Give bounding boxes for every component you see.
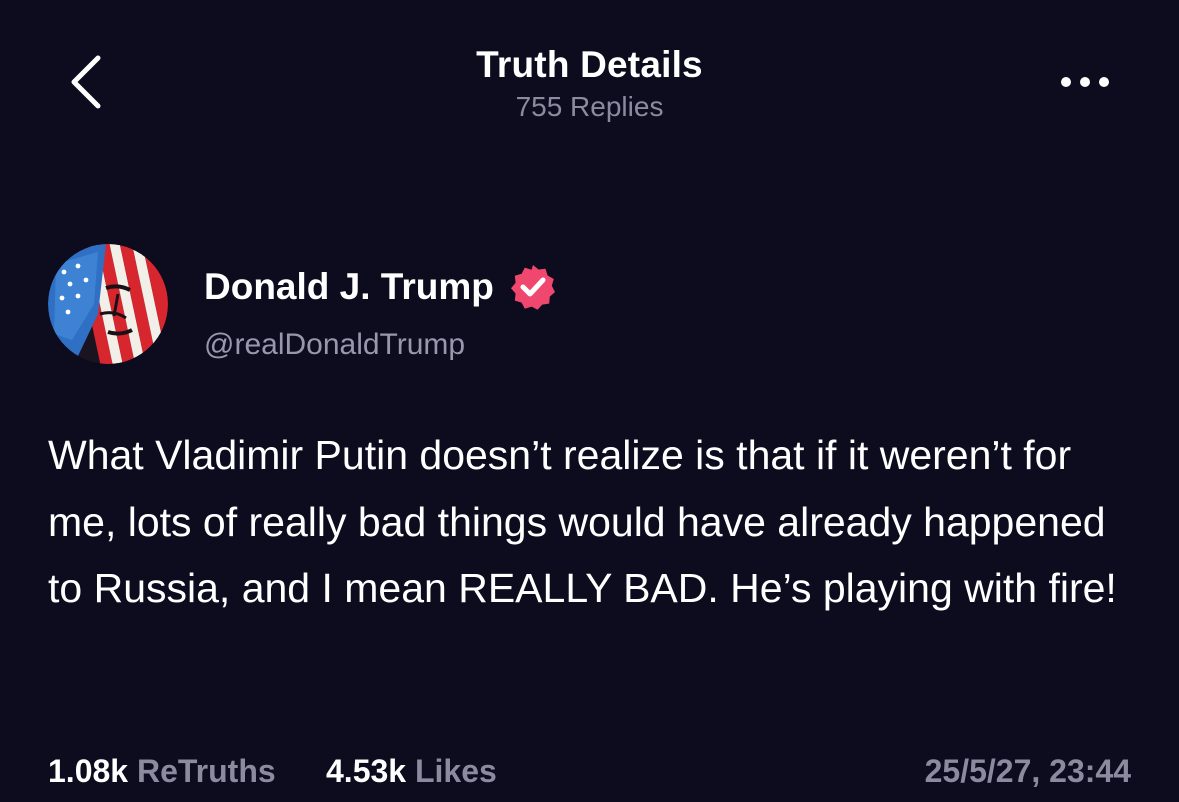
post-stats: 1.08k ReTruths 4.53k Likes 25/5/27, 23:4… — [48, 748, 1131, 796]
more-options-button[interactable] — [1050, 60, 1120, 104]
retruths-stat[interactable]: 1.08k ReTruths — [48, 748, 276, 794]
avatar-image — [48, 244, 168, 364]
truth-details-screen: Truth Details 755 Replies Donald J. Trum… — [0, 0, 1179, 802]
likes-label: Likes — [414, 753, 497, 789]
post-timestamp: 25/5/27, 23:44 — [924, 753, 1131, 789]
author-handle[interactable]: @realDonaldTrump — [204, 326, 465, 364]
author-display-name[interactable]: Donald J. Trump — [204, 264, 494, 310]
page-title: Truth Details — [476, 44, 703, 85]
author-name-row: Donald J. Trump — [204, 262, 558, 312]
more-horizontal-icon — [1080, 77, 1090, 87]
avatar[interactable] — [48, 244, 168, 364]
post-text: What Vladimir Putin doesn’t realize is t… — [48, 432, 1117, 611]
more-horizontal-icon — [1061, 77, 1071, 87]
verified-badge-icon — [508, 262, 558, 312]
reply-count[interactable]: 755 Replies — [0, 90, 1179, 124]
likes-stat[interactable]: 4.53k Likes — [326, 748, 497, 794]
retruths-label: ReTruths — [136, 753, 276, 789]
more-horizontal-icon — [1099, 77, 1109, 87]
likes-count: 4.53k — [326, 753, 407, 789]
retruths-count: 1.08k — [48, 753, 129, 789]
header: Truth Details 755 Replies — [0, 44, 1179, 124]
